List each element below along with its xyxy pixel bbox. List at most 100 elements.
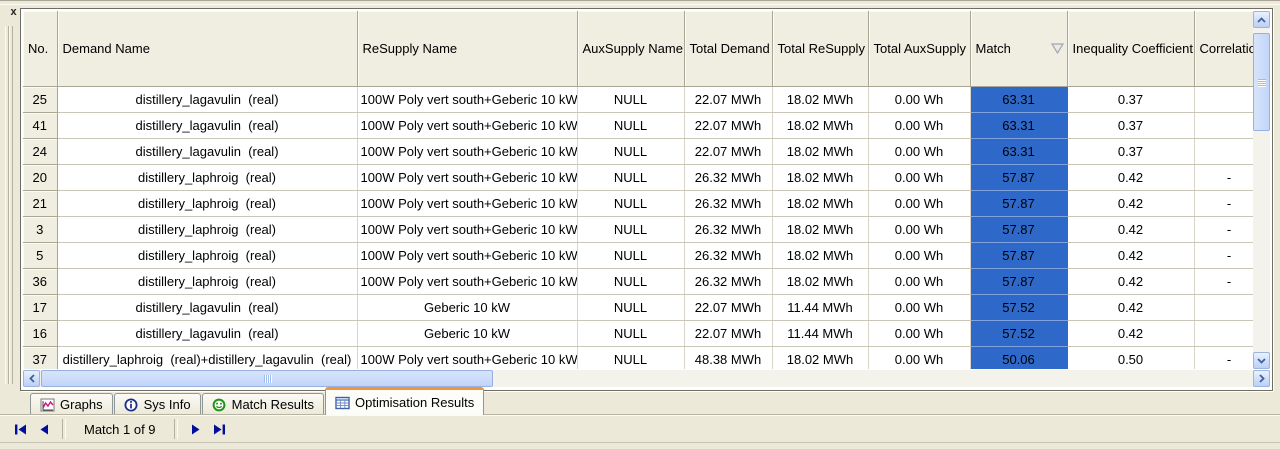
total-resupply-cell[interactable]: 18.02 MWh <box>772 216 869 243</box>
correlation-cell[interactable]: - <box>1194 268 1254 295</box>
total-auxsupply-cell[interactable]: 0.00 Wh <box>868 242 971 269</box>
demand-name-cell[interactable]: distillery_laphroig (real) <box>57 216 358 243</box>
inequality-coefficient-cell[interactable]: 0.37 <box>1067 86 1195 113</box>
demand-name-cell[interactable]: distillery_laphroig (real) <box>57 242 358 269</box>
correlation-cell[interactable] <box>1194 112 1254 139</box>
tab-match-results[interactable]: Match Results <box>201 393 324 415</box>
next-match-icon[interactable] <box>184 419 208 439</box>
row-number-cell[interactable]: 41 <box>23 112 58 139</box>
total-demand-cell[interactable]: 22.07 MWh <box>684 138 773 165</box>
resupply-name-cell[interactable]: 100W Poly vert south+Geberic 10 kW <box>357 346 578 369</box>
total-auxsupply-cell[interactable]: 0.00 Wh <box>868 138 971 165</box>
row-number-cell[interactable]: 25 <box>23 86 58 113</box>
inequality-coefficient-cell[interactable]: 0.37 <box>1067 138 1195 165</box>
correlation-cell[interactable] <box>1194 320 1254 347</box>
resupply-name-cell[interactable]: 100W Poly vert south+Geberic 10 kW <box>357 112 578 139</box>
tab-graphs[interactable]: Graphs <box>30 393 113 415</box>
col-header-match[interactable]: Match <box>970 11 1068 87</box>
inequality-coefficient-cell[interactable]: 0.42 <box>1067 242 1195 269</box>
total-demand-cell[interactable]: 22.07 MWh <box>684 320 773 347</box>
row-number-cell[interactable]: 16 <box>23 320 58 347</box>
match-value-cell[interactable]: 57.87 <box>970 242 1068 269</box>
correlation-cell[interactable] <box>1194 138 1254 165</box>
row-number-cell[interactable]: 5 <box>23 242 58 269</box>
total-auxsupply-cell[interactable]: 0.00 Wh <box>868 216 971 243</box>
inequality-coefficient-cell[interactable]: 0.50 <box>1067 346 1195 369</box>
demand-name-cell[interactable]: distillery_lagavulin (real) <box>57 320 358 347</box>
total-resupply-cell[interactable]: 11.44 MWh <box>772 294 869 321</box>
row-number-cell[interactable]: 36 <box>23 268 58 295</box>
total-resupply-cell[interactable]: 18.02 MWh <box>772 190 869 217</box>
inequality-coefficient-cell[interactable]: 0.42 <box>1067 320 1195 347</box>
match-value-cell[interactable]: 57.87 <box>970 268 1068 295</box>
scroll-up-icon[interactable] <box>1253 11 1270 28</box>
row-number-cell[interactable]: 20 <box>23 164 58 191</box>
correlation-cell[interactable] <box>1194 86 1254 113</box>
vertical-scrollbar[interactable] <box>1253 11 1270 369</box>
tab-optimisation-results[interactable]: Optimisation Results <box>324 387 485 415</box>
auxsupply-name-cell[interactable]: NULL <box>577 138 685 165</box>
auxsupply-name-cell[interactable]: NULL <box>577 112 685 139</box>
correlation-cell[interactable]: - <box>1194 242 1254 269</box>
horizontal-scrollbar-thumb[interactable] <box>41 370 493 387</box>
tab-sys-info[interactable]: Sys Info <box>113 393 201 415</box>
total-demand-cell[interactable]: 22.07 MWh <box>684 112 773 139</box>
resupply-name-cell[interactable]: Geberic 10 kW <box>357 320 578 347</box>
inequality-coefficient-cell[interactable]: 0.37 <box>1067 112 1195 139</box>
match-value-cell[interactable]: 63.31 <box>970 86 1068 113</box>
total-auxsupply-cell[interactable]: 0.00 Wh <box>868 112 971 139</box>
col-header-total-resupply[interactable]: Total ReSupply <box>772 11 869 87</box>
col-header-total-demand[interactable]: Total Demand <box>684 11 773 87</box>
auxsupply-name-cell[interactable]: NULL <box>577 190 685 217</box>
total-demand-cell[interactable]: 26.32 MWh <box>684 164 773 191</box>
resupply-name-cell[interactable]: 100W Poly vert south+Geberic 10 kW <box>357 86 578 113</box>
row-number-cell[interactable]: 17 <box>23 294 58 321</box>
total-demand-cell[interactable]: 48.38 MWh <box>684 346 773 369</box>
resupply-name-cell[interactable]: Geberic 10 kW <box>357 294 578 321</box>
total-resupply-cell[interactable]: 11.44 MWh <box>772 320 869 347</box>
resupply-name-cell[interactable]: 100W Poly vert south+Geberic 10 kW <box>357 190 578 217</box>
horizontal-scrollbar[interactable] <box>23 370 1270 387</box>
inequality-coefficient-cell[interactable]: 0.42 <box>1067 216 1195 243</box>
total-resupply-cell[interactable]: 18.02 MWh <box>772 268 869 295</box>
resupply-name-cell[interactable]: 100W Poly vert south+Geberic 10 kW <box>357 216 578 243</box>
previous-match-icon[interactable] <box>32 419 56 439</box>
total-demand-cell[interactable]: 26.32 MWh <box>684 268 773 295</box>
correlation-cell[interactable]: - <box>1194 216 1254 243</box>
auxsupply-name-cell[interactable]: NULL <box>577 216 685 243</box>
last-match-icon[interactable] <box>208 419 232 439</box>
col-header-correlation[interactable]: Correlation <box>1194 11 1254 87</box>
auxsupply-name-cell[interactable]: NULL <box>577 164 685 191</box>
correlation-cell[interactable]: - <box>1194 164 1254 191</box>
match-value-cell[interactable]: 57.52 <box>970 294 1068 321</box>
close-panel-button[interactable]: x <box>7 6 20 19</box>
resupply-name-cell[interactable]: 100W Poly vert south+Geberic 10 kW <box>357 242 578 269</box>
total-auxsupply-cell[interactable]: 0.00 Wh <box>868 164 971 191</box>
match-value-cell[interactable]: 50.06 <box>970 346 1068 369</box>
scroll-right-icon[interactable] <box>1253 370 1270 387</box>
demand-name-cell[interactable]: distillery_laphroig (real) <box>57 190 358 217</box>
resupply-name-cell[interactable]: 100W Poly vert south+Geberic 10 kW <box>357 268 578 295</box>
correlation-cell[interactable]: - <box>1194 346 1254 369</box>
auxsupply-name-cell[interactable]: NULL <box>577 86 685 113</box>
auxsupply-name-cell[interactable]: NULL <box>577 268 685 295</box>
total-auxsupply-cell[interactable]: 0.00 Wh <box>868 190 971 217</box>
total-auxsupply-cell[interactable]: 0.00 Wh <box>868 268 971 295</box>
total-auxsupply-cell[interactable]: 0.00 Wh <box>868 320 971 347</box>
col-header-total-auxsupply[interactable]: Total AuxSupply <box>868 11 971 87</box>
demand-name-cell[interactable]: distillery_lagavulin (real) <box>57 294 358 321</box>
total-demand-cell[interactable]: 22.07 MWh <box>684 86 773 113</box>
col-header-no[interactable]: No. <box>23 11 58 87</box>
total-resupply-cell[interactable]: 18.02 MWh <box>772 346 869 369</box>
match-value-cell[interactable]: 57.87 <box>970 216 1068 243</box>
total-demand-cell[interactable]: 26.32 MWh <box>684 216 773 243</box>
first-match-icon[interactable] <box>8 419 32 439</box>
col-header-demand-name[interactable]: Demand Name <box>57 11 358 87</box>
match-value-cell[interactable]: 57.52 <box>970 320 1068 347</box>
vertical-scrollbar-thumb[interactable] <box>1253 33 1270 131</box>
total-auxsupply-cell[interactable]: 0.00 Wh <box>868 346 971 369</box>
correlation-cell[interactable] <box>1194 294 1254 321</box>
demand-name-cell[interactable]: distillery_lagavulin (real) <box>57 86 358 113</box>
match-value-cell[interactable]: 63.31 <box>970 112 1068 139</box>
resupply-name-cell[interactable]: 100W Poly vert south+Geberic 10 kW <box>357 138 578 165</box>
